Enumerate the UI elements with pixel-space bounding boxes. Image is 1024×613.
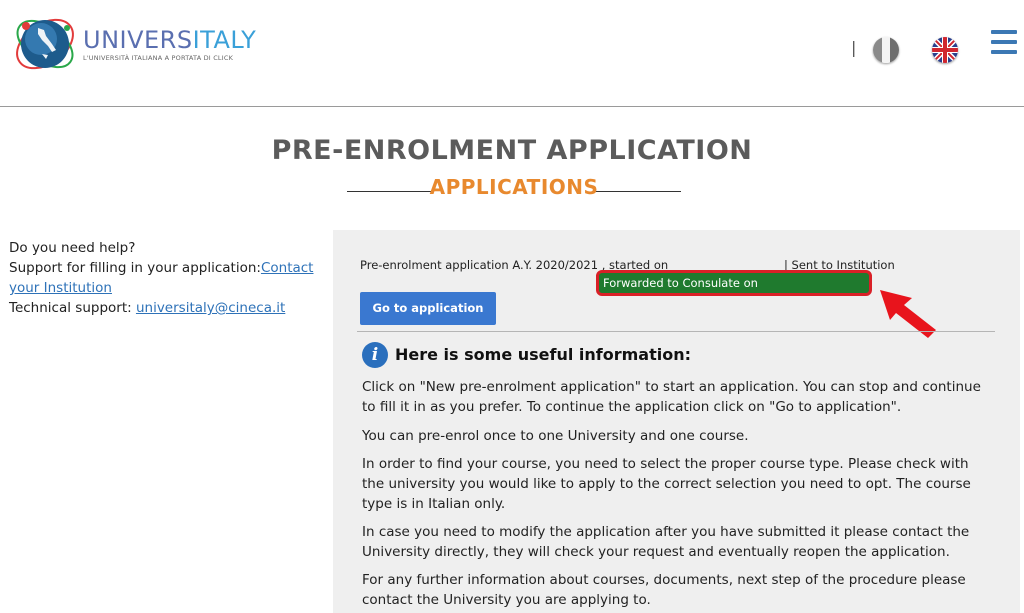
site-header: UNIVERSITALY L'UNIVERSITÀ ITALIANA A POR… — [0, 0, 1024, 107]
hamburger-menu-icon[interactable] — [991, 30, 1017, 56]
info-paragraph: You can pre-enrol once to one University… — [362, 428, 749, 444]
info-paragraph: For any further information about course… — [362, 572, 966, 608]
tech-support-label: Technical support: — [9, 300, 136, 316]
logo-name: UNIVERSITALY — [83, 28, 256, 52]
logo-name-part1: UNIVERS — [83, 26, 193, 54]
support-line: Support for filling in your application:… — [9, 258, 319, 298]
help-section: Do you need help? Support for filling in… — [9, 238, 319, 318]
language-separator: | — [851, 38, 857, 57]
info-paragraph: In case you need to modify the applicati… — [362, 524, 970, 560]
page-subtitle: APPLICATIONS — [429, 175, 599, 199]
page-subtitle-block: APPLICATIONS — [347, 172, 681, 202]
help-question: Do you need help? — [9, 240, 136, 256]
info-paragraph: Click on "New pre-enrolment application"… — [362, 379, 981, 415]
logo-name-part2: ITALY — [192, 26, 257, 54]
application-panel: Pre-enrolment application A.Y. 2020/2021… — [333, 230, 1020, 613]
support-label: Support for filling in your application: — [9, 260, 261, 276]
annotation-highlight-box — [596, 270, 872, 296]
go-to-application-button[interactable]: Go to application — [360, 292, 496, 325]
tech-support-line: Technical support: universitaly@cineca.i… — [9, 298, 319, 318]
info-icon: i — [362, 342, 388, 368]
info-paragraph: In order to find your course, you need t… — [362, 456, 971, 512]
tech-support-email-link[interactable]: universitaly@cineca.it — [136, 300, 285, 316]
italian-flag-icon[interactable] — [873, 37, 899, 63]
annotation-arrow-icon — [878, 288, 938, 340]
uk-flag-icon[interactable] — [932, 37, 958, 63]
logo-tagline: L'UNIVERSITÀ ITALIANA A PORTATA DI CLICK — [83, 54, 234, 62]
info-title: Here is some useful information: — [395, 345, 692, 364]
universitaly-logo-icon[interactable] — [12, 6, 78, 78]
panel-divider — [357, 331, 995, 332]
page-title: PRE-ENROLMENT APPLICATION — [271, 135, 753, 166]
logo-text[interactable]: UNIVERSITALY L'UNIVERSITÀ ITALIANA A POR… — [83, 28, 256, 62]
